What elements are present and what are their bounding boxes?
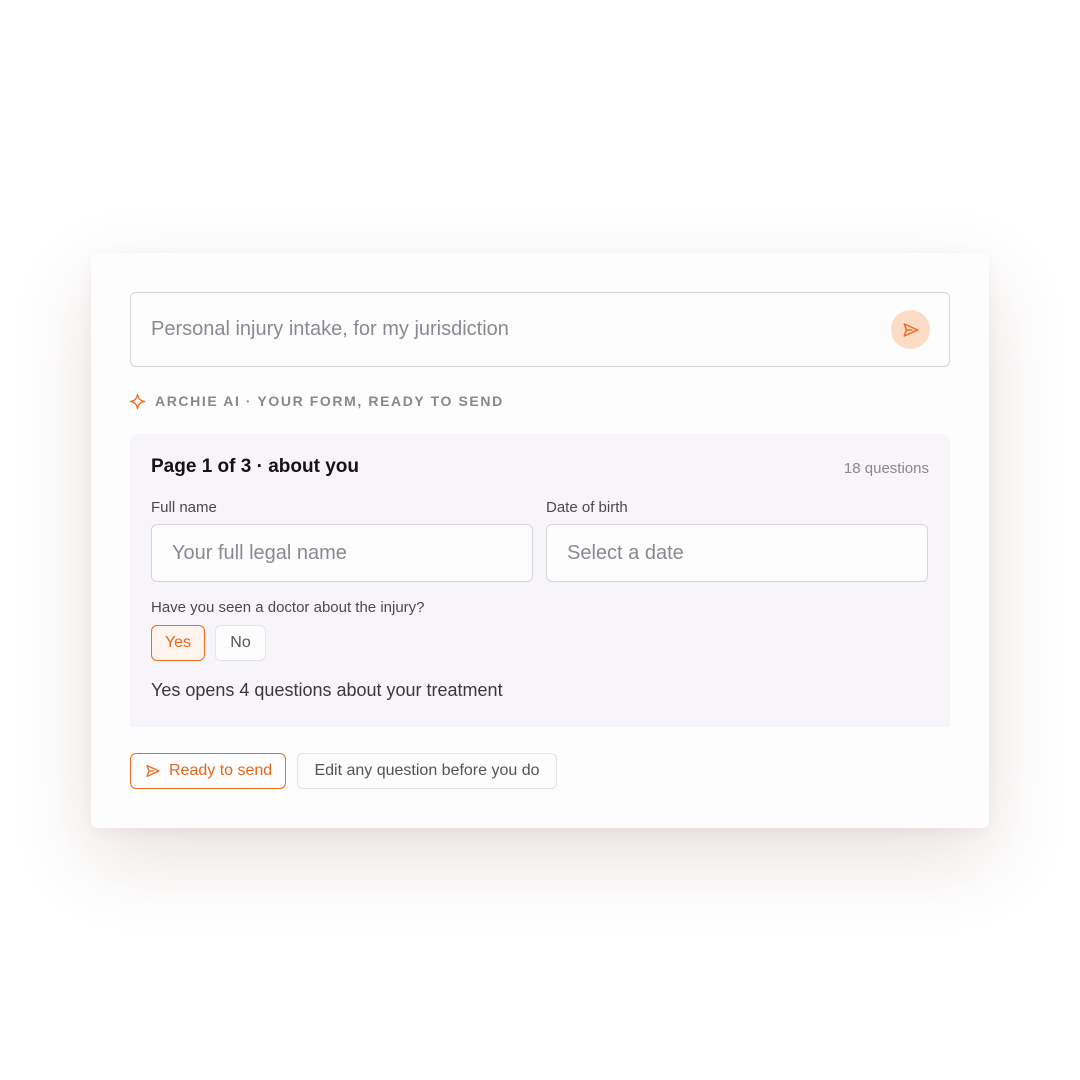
edit-questions-label: Edit any question before you do — [314, 762, 540, 779]
ai-status: ARCHIE AI · YOUR FORM, READY TO SEND — [129, 391, 504, 411]
send-button[interactable] — [891, 310, 930, 349]
prompt-input[interactable]: Personal injury intake, for my jurisdict… — [130, 292, 950, 367]
full-name-label: Full name — [151, 499, 217, 516]
send-icon — [146, 765, 160, 777]
form-preview-panel: Page 1 of 3 · about you 18 questions Ful… — [130, 434, 950, 727]
yes-option-button[interactable]: Yes — [151, 625, 205, 661]
date-of-birth-field[interactable]: Select a date — [546, 524, 928, 582]
ready-to-send-button[interactable]: Ready to send — [130, 753, 286, 789]
form-builder-card: Personal injury intake, for my jurisdict… — [91, 253, 989, 828]
no-option-button[interactable]: No — [215, 625, 266, 661]
send-icon — [903, 322, 918, 337]
full-name-field[interactable]: Your full legal name — [151, 524, 533, 582]
edit-questions-button[interactable]: Edit any question before you do — [297, 753, 557, 789]
question-count: 18 questions — [843, 460, 929, 477]
date-of-birth-placeholder: Select a date — [567, 542, 684, 564]
ai-status-text: ARCHIE AI · YOUR FORM, READY TO SEND — [155, 393, 504, 409]
conditional-hint: Yes opens 4 questions about your treatme… — [151, 680, 503, 700]
ready-to-send-label: Ready to send — [169, 762, 273, 779]
sparkle-icon — [129, 393, 146, 409]
doctor-question-label: Have you seen a doctor about the injury? — [151, 599, 425, 616]
page-title: Page 1 of 3 · about you — [151, 456, 359, 477]
prompt-text: Personal injury intake, for my jurisdict… — [151, 318, 509, 340]
full-name-placeholder: Your full legal name — [172, 542, 347, 564]
date-of-birth-label: Date of birth — [546, 499, 628, 516]
